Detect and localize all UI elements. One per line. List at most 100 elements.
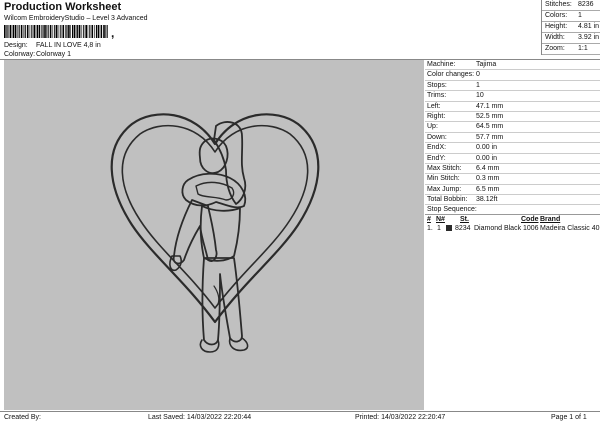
barcode-bar xyxy=(94,25,95,38)
info-trims: Trims: 10 xyxy=(425,91,600,102)
info-value: 64.5 mm xyxy=(476,123,504,131)
barcode-bar xyxy=(62,25,65,38)
barcode-bar xyxy=(49,25,52,38)
barcode-bar xyxy=(75,25,77,38)
barcode-bar xyxy=(41,25,42,38)
info-value: 0.00 in xyxy=(476,144,498,152)
barcode-bar xyxy=(65,25,66,38)
stats-panel: Stitches: 8236 Colors: 1 Height: 4.81 in Wi… xyxy=(541,0,600,55)
info-label: Stops: xyxy=(427,81,447,89)
barcode-mark: , xyxy=(111,26,115,40)
created-by: Created By: xyxy=(4,414,41,421)
barcode-bar xyxy=(78,25,81,38)
info-label: EndX: xyxy=(427,144,447,152)
man-legs xyxy=(201,257,243,346)
info-value: 0.00 in xyxy=(476,154,498,162)
info-value: 52.5 mm xyxy=(476,112,504,120)
barcode-bar xyxy=(16,25,18,38)
info-up: Up: 64.5 mm xyxy=(425,122,600,133)
stat-label: Colors: xyxy=(545,12,568,19)
info-stops: Stops: 1 xyxy=(425,81,600,92)
barcode-bar xyxy=(105,25,106,38)
barcode-bar xyxy=(4,25,6,38)
info-value: 0.3 mm xyxy=(476,175,500,183)
barcode-bar xyxy=(11,25,13,38)
last-saved: Last Saved: 14/03/2022 22:20:44 xyxy=(148,414,252,421)
barcode-bar xyxy=(54,25,56,38)
stat-value: 1:1 xyxy=(578,45,588,52)
barcode-bar xyxy=(103,25,105,38)
col-st: St. xyxy=(460,216,469,224)
info-value: 47.1 mm xyxy=(476,102,504,110)
barcode-bar xyxy=(29,25,31,38)
row-st: 8234 xyxy=(455,225,471,233)
barcode-bar xyxy=(58,25,60,38)
barcode-bar xyxy=(72,25,74,38)
info-max-stitch: Max Stitch: 6.4 mm xyxy=(425,164,600,175)
barcode-bar xyxy=(77,25,79,38)
info-label: Down: xyxy=(427,133,447,141)
stat-label: Width: xyxy=(545,34,565,41)
barcode-bar xyxy=(38,25,41,38)
colorway-line: Colorway:Colorway 1 xyxy=(4,51,71,58)
stat-value: 4.81 in xyxy=(578,23,600,30)
col-code: Code xyxy=(521,216,539,224)
design-line: Design: FALL IN LOVE 4,8 in xyxy=(4,42,101,49)
barcode-bar xyxy=(52,25,54,38)
info-value: 38.12ft xyxy=(476,196,498,204)
embroidery-design xyxy=(110,113,320,353)
barcode-bar xyxy=(91,25,94,38)
barcode-bar xyxy=(7,25,9,38)
info-label: Max Jump: xyxy=(427,185,462,193)
row-brand: Madeira Classic 40 xyxy=(540,225,600,233)
col-n: N# xyxy=(436,216,445,224)
colorway-value: Colorway 1 xyxy=(36,51,72,58)
woman-hair xyxy=(213,121,247,205)
printed-date: Printed: 14/03/2022 22:20:47 xyxy=(355,414,446,421)
page-number: Page 1 of 1 xyxy=(551,414,587,421)
info-value: 1 xyxy=(476,81,480,89)
barcode-bar xyxy=(87,25,89,38)
info-max-jump: Max Jump: 6.5 mm xyxy=(425,185,600,196)
barcode-bar xyxy=(83,25,85,38)
barcode-bar xyxy=(85,25,87,38)
info-label: Right: xyxy=(427,112,446,120)
info-label: Color changes: xyxy=(427,71,475,79)
row-num: 1. xyxy=(427,225,433,233)
colorway-label: Colorway: xyxy=(4,51,36,58)
barcode-bar xyxy=(14,25,17,38)
barcode-bar xyxy=(18,25,20,38)
barcode-bar xyxy=(95,25,97,38)
info-down: Down: 57.7 mm xyxy=(425,133,600,144)
stat-width: Width: 3.92 in xyxy=(542,33,600,44)
barcode-bar xyxy=(31,25,33,38)
info-label: Up: xyxy=(427,123,438,131)
stat-label: Stitches: xyxy=(545,1,572,8)
row-code: 1006 xyxy=(523,225,539,233)
barcode-bar xyxy=(36,25,38,38)
design-value: FALL IN LOVE 4,8 in xyxy=(36,42,101,49)
stat-value: 1 xyxy=(578,12,582,19)
barcode-bar xyxy=(47,25,49,38)
barcode-bar xyxy=(106,25,108,38)
barcode-bar xyxy=(97,25,100,38)
info-label: Left: xyxy=(427,102,441,110)
stat-stitches: Stitches: 8236 xyxy=(542,0,600,11)
barcode-bar xyxy=(26,25,29,38)
info-endy: EndY: 0.00 in xyxy=(425,154,600,164)
barcode-bar xyxy=(33,25,36,38)
info-total-bobbin: Total Bobbin: 38.12ft xyxy=(425,195,600,206)
stop-sequence-title: Stop Sequence: xyxy=(425,205,600,216)
info-label: Total Bobbin: xyxy=(427,196,468,204)
info-color-changes: Color changes: 0 xyxy=(425,70,600,81)
barcode-bar xyxy=(99,25,101,38)
info-left: Left: 47.1 mm xyxy=(425,102,600,112)
stop-sequence-header: # N# St. Code Brand xyxy=(425,215,600,224)
info-label: EndY: xyxy=(427,154,446,162)
barcode-bar xyxy=(60,25,62,38)
stat-value: 8236 xyxy=(578,1,594,8)
info-value: 0 xyxy=(476,71,480,79)
design-label: Design: xyxy=(4,42,28,49)
row-name: Diamond Black xyxy=(474,225,522,233)
info-min-stitch: Min Stitch: 0.3 mm xyxy=(425,174,600,185)
